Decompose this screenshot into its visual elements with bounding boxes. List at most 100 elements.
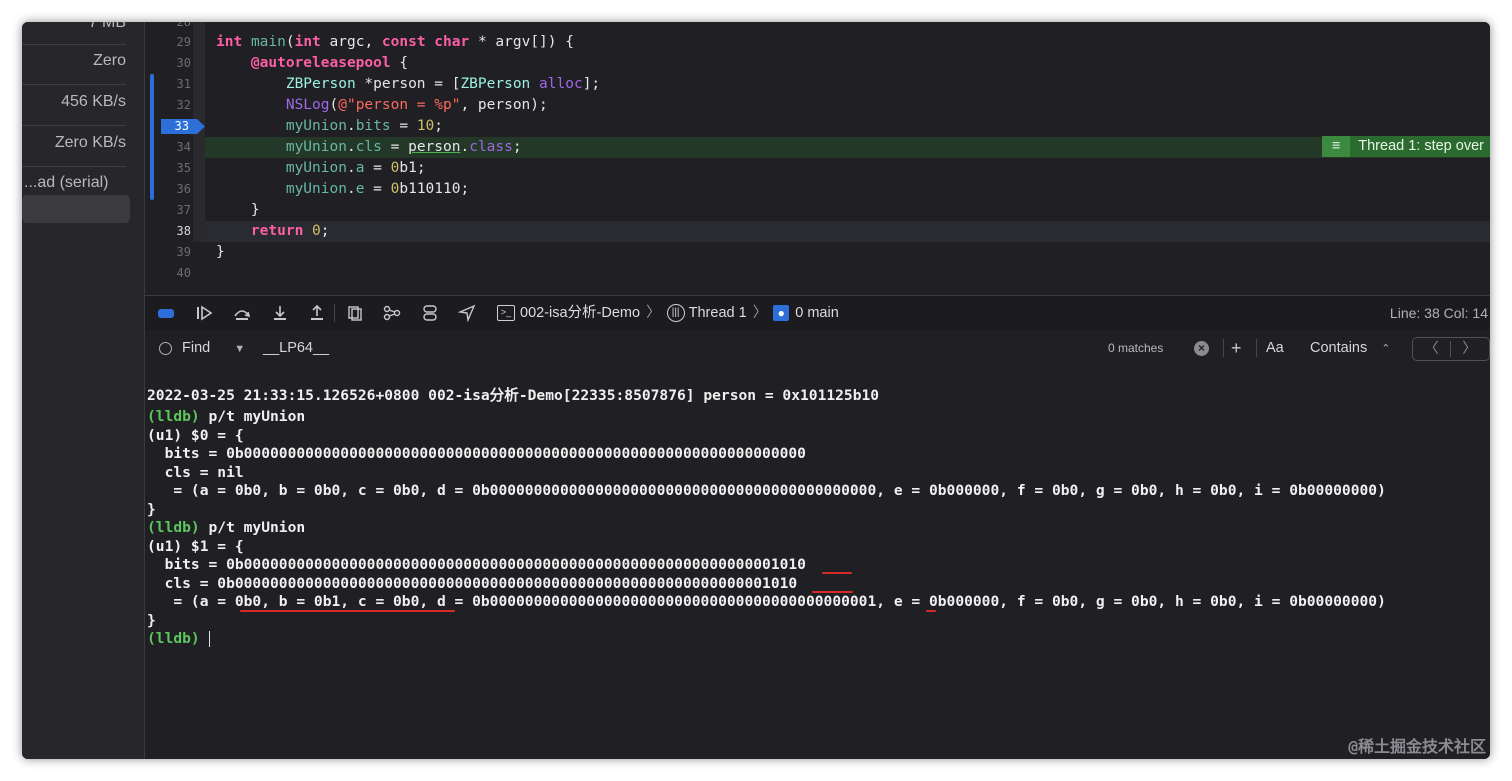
line-number: 40 <box>176 266 191 280</box>
breadcrumb-frame[interactable]: 0 main <box>795 305 839 321</box>
match-case-button[interactable]: Aa <box>1266 330 1284 366</box>
lldb-prompt: (lldb) <box>147 519 200 536</box>
lldb-console[interactable]: 2022-03-25 21:33:15.126526+0800 002-isa分… <box>145 366 1490 759</box>
step-into-icon[interactable] <box>271 304 289 322</box>
sidebar-divider <box>22 84 126 85</box>
simulate-location-icon[interactable] <box>458 304 476 322</box>
breakpoints-toggle-icon[interactable] <box>157 304 175 322</box>
red-underline-annotation <box>926 610 936 612</box>
memory-graph-icon[interactable] <box>383 304 401 322</box>
current-line-highlight <box>193 221 1490 242</box>
code-line: NSLog(@"person = %p", person); <box>285 97 548 113</box>
red-underline-annotation <box>812 591 853 593</box>
code-line: myUnion.cls = person.class; <box>285 139 522 155</box>
line-number: 33 <box>174 119 189 133</box>
line-number: 37 <box>176 203 191 217</box>
code-line: myUnion.e = 0b110110; <box>285 181 470 197</box>
sidebar-network-value[interactable]: 456 KB/s <box>22 93 126 111</box>
console-line: } <box>147 500 156 518</box>
step-over-icon[interactable] <box>233 304 251 322</box>
sidebar-divider <box>22 166 126 167</box>
find-previous-button[interactable]: 〈 <box>1413 338 1450 360</box>
breadcrumb-thread[interactable]: Thread 1 <box>689 305 747 321</box>
console-find-bar: Find ▼ __LP64__ 0 matches × + Aa Contains… <box>145 330 1490 367</box>
chevron-right-icon: 〉 <box>646 305 661 321</box>
code-line: myUnion.a = 0b1; <box>285 160 426 176</box>
console-line: (lldb) p/t myUnion <box>147 408 306 425</box>
sidebar-network-rate[interactable]: Zero KB/s <box>22 134 126 152</box>
console-line: = (a = 0b0, b = 0b1, c = 0b0, d = 0b0000… <box>147 593 1386 610</box>
find-mode-label: Find <box>182 340 211 356</box>
find-input[interactable]: __LP64__ <box>263 330 329 366</box>
annotation-menu-icon[interactable]: ≡ <box>1322 136 1351 157</box>
console-line: = (a = 0b0, b = 0b0, c = 0b0, d = 0b0000… <box>147 482 1386 499</box>
toolbar-divider <box>334 304 335 322</box>
debug-navigator: 7 MB Zero 456 KB/s Zero KB/s ...ad (seri… <box>22 22 145 759</box>
code-line: return 0; <box>250 223 330 239</box>
line-number: 38 <box>176 224 191 238</box>
environment-overrides-icon[interactable] <box>421 304 439 322</box>
lldb-prompt: (lldb) <box>147 408 200 425</box>
find-next-button[interactable]: 〉 <box>1451 338 1488 360</box>
find-divider <box>1223 339 1224 357</box>
thread-annotation-label: Thread 1: step over <box>1358 138 1484 154</box>
line-number: 35 <box>176 161 191 175</box>
find-navigation: 〈 〉 <box>1412 337 1490 361</box>
code-line: @autoreleasepool { <box>250 55 409 71</box>
red-underline-annotation <box>240 610 455 612</box>
lldb-prompt: (lldb) <box>147 630 200 647</box>
line-number: 29 <box>176 35 191 49</box>
thread-annotation[interactable]: ≡ Thread 1: step over <box>1322 136 1490 157</box>
code-line: ZBPerson *person = [ZBPerson alloc]; <box>285 76 601 92</box>
updown-icon: ⌃ <box>1381 343 1391 355</box>
line-number: 32 <box>176 98 191 112</box>
line-number: 39 <box>176 245 191 259</box>
code-line: myUnion.bits = 10; <box>285 118 444 134</box>
console-line: bits = 0b0000000000000000000000000000000… <box>147 445 806 462</box>
find-mode-selector[interactable]: Find ▼ <box>159 330 245 366</box>
match-type-selector[interactable]: Contains ⌃ <box>1310 330 1390 366</box>
console-line: 2022-03-25 21:33:15.126526+0800 002-isa分… <box>147 387 880 404</box>
sidebar-divider <box>22 125 126 126</box>
code-line: int main(int argc, const char * argv[]) … <box>216 34 574 50</box>
breadcrumb-process[interactable]: 002-isa分析-Demo <box>520 305 640 321</box>
console-line: cls = nil <box>147 463 244 481</box>
console-line: (lldb) p/t myUnion <box>147 519 306 536</box>
step-out-icon[interactable] <box>308 304 326 322</box>
stack-frame-icon: ● <box>773 305 790 322</box>
chevron-down-icon: ▼ <box>234 343 246 355</box>
console-line: (u1) $0 = { <box>147 426 244 444</box>
line-number: 36 <box>176 182 191 196</box>
clear-icon: × <box>1194 340 1209 356</box>
code-line: } <box>216 244 225 260</box>
clear-search-button[interactable]: × <box>1194 330 1209 366</box>
console-line: cls = 0b00000000000000000000000000000000… <box>147 574 798 592</box>
chevron-right-icon: 〉 <box>752 305 768 321</box>
match-type-label: Contains <box>1310 340 1368 356</box>
breakpoint-marker[interactable]: 33 <box>159 116 207 137</box>
console-line: bits = 0b0000000000000000000000000000000… <box>147 556 806 573</box>
debug-bar: >_ 002-isa分析-Demo 〉 ||| Thread 1 〉 ● 0 main… <box>145 295 1490 331</box>
text-cursor <box>208 631 210 647</box>
sidebar-divider <box>22 44 126 45</box>
continue-icon[interactable] <box>195 304 213 322</box>
view-hierarchy-icon[interactable] <box>346 304 364 322</box>
find-divider <box>1256 339 1257 357</box>
console-line[interactable]: (lldb) <box>147 630 210 649</box>
source-editor[interactable]: 28 29 30 31 32 33 34 35 36 37 38 39 40 i… <box>145 22 1490 294</box>
red-underline-annotation <box>822 572 852 574</box>
add-pattern-button[interactable]: + <box>1231 330 1242 366</box>
line-number: 31 <box>176 77 191 91</box>
sidebar-selected-row[interactable] <box>22 195 130 223</box>
line-number: 30 <box>176 56 191 70</box>
sidebar-queue-item[interactable]: ...ad (serial) <box>24 174 128 192</box>
search-icon <box>159 341 172 355</box>
sidebar-memory-value[interactable]: 7 MB <box>22 22 126 32</box>
sidebar-disk-value[interactable]: Zero <box>22 52 126 70</box>
line-col-indicator: Line: 38 Col: 14 <box>1389 305 1488 321</box>
breadcrumb[interactable]: >_ 002-isa分析-Demo 〉 ||| Thread 1 〉 ● 0 main <box>497 296 839 330</box>
console-line: (u1) $1 = { <box>147 537 244 555</box>
match-count: 0 matches <box>1108 341 1164 355</box>
code-line: } <box>250 202 260 218</box>
line-number-gutter[interactable]: 28 29 30 31 32 33 34 35 36 37 38 39 40 <box>145 22 205 294</box>
